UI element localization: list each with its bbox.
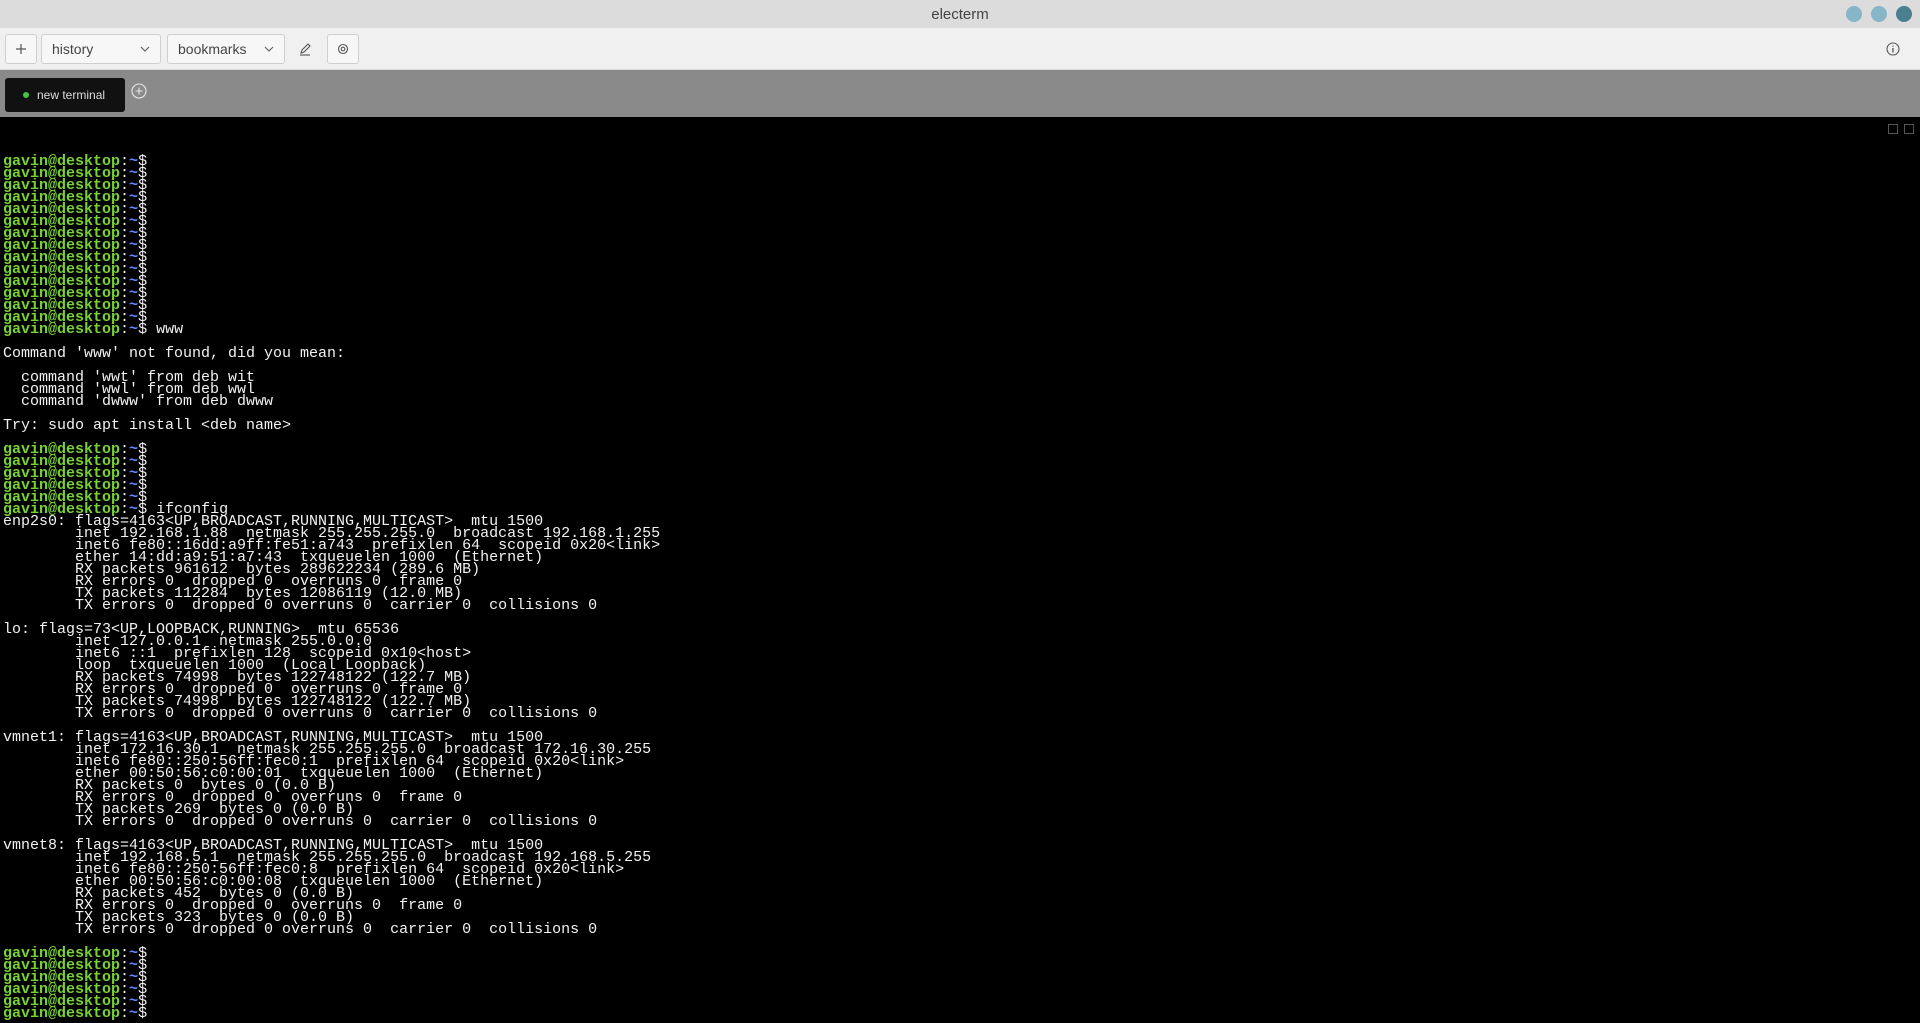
title-bar: electerm bbox=[0, 0, 1920, 28]
split-terminal-icon[interactable] bbox=[1888, 124, 1898, 134]
status-dot bbox=[23, 92, 29, 98]
prompt-user: gavin@desktop bbox=[3, 321, 121, 338]
terminal-controls bbox=[1888, 124, 1914, 134]
tab-new-terminal[interactable]: new terminal bbox=[5, 78, 125, 112]
output-line: TX errors 0 dropped 0 overruns 0 carrier… bbox=[3, 597, 598, 614]
prompt-path: ~ bbox=[129, 1005, 139, 1022]
add-tab-icon[interactable] bbox=[131, 83, 147, 99]
prompt-symbol: $ bbox=[138, 1005, 148, 1022]
prompt-user: gavin@desktop bbox=[3, 1005, 121, 1022]
output-line: TX errors 0 dropped 0 overruns 0 carrier… bbox=[3, 921, 598, 938]
bookmarks-label: bookmarks bbox=[178, 40, 247, 57]
output-line: TX errors 0 dropped 0 overruns 0 carrier… bbox=[3, 705, 598, 722]
add-button[interactable] bbox=[5, 33, 37, 64]
history-label: history bbox=[52, 40, 94, 57]
prompt-line: gavin@desktop:~$ www bbox=[3, 321, 660, 338]
chevron-down-icon bbox=[140, 46, 150, 52]
chevron-down-icon bbox=[264, 46, 274, 52]
terminal-panel[interactable]: gavin@desktop:~$ gavin@desktop:~$ gavin@de… bbox=[0, 117, 1920, 1023]
close-button[interactable] bbox=[1896, 6, 1912, 22]
terminal-output: gavin@desktop:~$ gavin@desktop:~$ gavin@de… bbox=[3, 154, 660, 1022]
prompt-symbol: $ bbox=[138, 321, 148, 338]
output-line: Try: sudo apt install <deb name> bbox=[3, 417, 292, 434]
output-line: command 'dwww' from deb dwww bbox=[3, 393, 274, 410]
output-line: Command 'www' not found, did you mean: bbox=[3, 345, 346, 362]
output-line: TX errors 0 dropped 0 overruns 0 carrier… bbox=[3, 813, 598, 830]
info-button[interactable] bbox=[1880, 36, 1906, 62]
tab-bar: new terminal bbox=[0, 70, 1920, 117]
minimize-button[interactable] bbox=[1846, 6, 1862, 22]
gear-icon bbox=[337, 43, 349, 54]
info-icon bbox=[1886, 42, 1900, 56]
settings-button[interactable] bbox=[327, 33, 359, 64]
pencil-icon bbox=[300, 42, 311, 56]
close-terminal-icon[interactable] bbox=[1904, 124, 1914, 134]
history-select[interactable]: history bbox=[41, 33, 161, 64]
window-controls bbox=[1846, 6, 1912, 22]
bookmarks-select[interactable]: bookmarks bbox=[167, 33, 285, 64]
prompt-path: ~ bbox=[129, 321, 139, 338]
command-text: www bbox=[147, 321, 184, 338]
maximize-button[interactable] bbox=[1871, 6, 1887, 22]
edit-bookmarks-button[interactable] bbox=[291, 34, 319, 64]
window-title: electerm bbox=[931, 5, 989, 23]
plus-icon bbox=[16, 43, 26, 54]
toolbar: history bookmarks bbox=[0, 28, 1920, 70]
tab-label: new terminal bbox=[37, 88, 106, 102]
prompt-line: gavin@desktop:~$ bbox=[3, 1005, 660, 1022]
prompt-colon: : bbox=[120, 321, 130, 338]
prompt-colon: : bbox=[120, 1005, 130, 1022]
